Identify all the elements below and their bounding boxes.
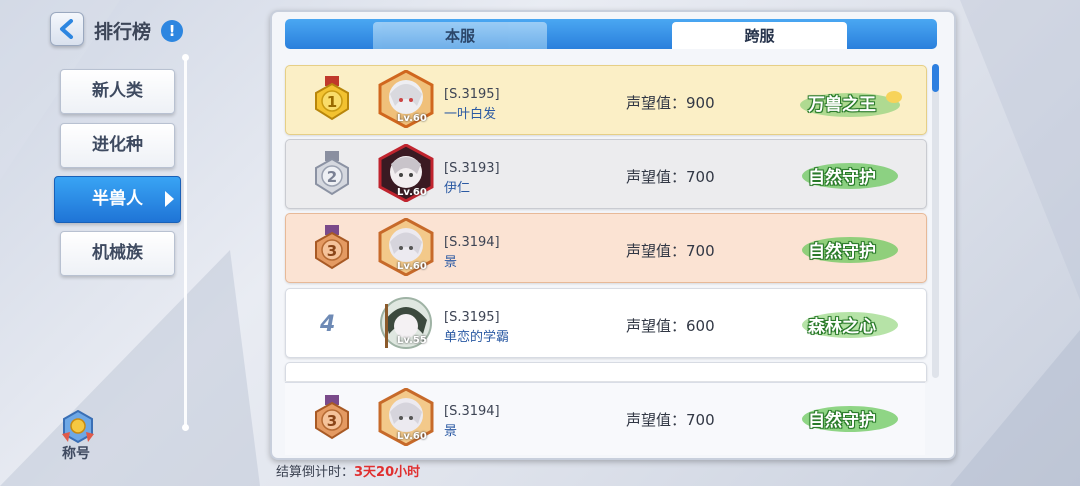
title-badge: 自然守护 (798, 232, 903, 266)
title-badge-text: 万兽之王 (808, 95, 876, 115)
divider-dot (182, 424, 189, 431)
prestige-value: 声望值：700 (626, 411, 715, 429)
rank-number: 3 (327, 412, 337, 430)
player-name[interactable]: 一叶白发 (444, 103, 496, 122)
title-badge-text: 自然守护 (808, 242, 876, 262)
title-badge: 自然守护 (798, 158, 903, 192)
title-button-label[interactable]: 称号 (62, 443, 90, 463)
category-tab-mech[interactable]: 机械族 (60, 231, 175, 276)
title-badge-text: 森林之心 (808, 317, 876, 337)
player-level: Lv.55 (397, 335, 427, 346)
silver-medal-icon: 2 (315, 151, 349, 196)
settlement-countdown: 结算倒计时：3天20小时 (276, 461, 420, 480)
tab-local-server[interactable]: 本服 (373, 22, 547, 49)
rank-number: 3 (327, 242, 337, 260)
title-badge-text: 自然守护 (808, 411, 876, 431)
player-name[interactable]: 景 (444, 420, 457, 439)
title-badge: 森林之心 (798, 307, 903, 341)
page-title: 排行榜 (94, 21, 152, 43)
player-name[interactable]: 景 (444, 251, 457, 270)
prestige-value: 声望值：700 (626, 168, 715, 186)
divider-line (184, 58, 187, 428)
server-id: [S.3195] (444, 310, 500, 325)
ranking-row[interactable] (285, 362, 927, 381)
prestige-value: 声望值：700 (626, 242, 715, 260)
player-name[interactable]: 单恋的学霸 (444, 326, 509, 345)
category-tab-evolved[interactable]: 进化种 (60, 123, 175, 168)
countdown-label: 结算倒计时： (276, 465, 355, 480)
server-id: [S.3194] (444, 235, 500, 250)
bronze-medal-icon: 3 (315, 395, 349, 440)
prestige-value: 声望值：900 (626, 94, 715, 112)
rank-number: 1 (327, 93, 337, 111)
server-id: [S.3195] (444, 87, 500, 102)
divider-dot (182, 54, 189, 61)
title-badge: 万兽之王 (798, 85, 903, 119)
rank-number: 4 (320, 312, 336, 337)
player-level: Lv.60 (397, 261, 427, 272)
player-name[interactable]: 伊仁 (444, 177, 470, 196)
info-icon[interactable]: ! (161, 20, 183, 42)
server-id: [S.3194] (444, 404, 500, 419)
server-id: [S.3193] (444, 161, 500, 176)
prestige-value: 声望值：600 (626, 317, 715, 335)
category-tab-half-beast[interactable]: 半兽人 (54, 176, 181, 223)
player-level: Lv.60 (397, 431, 427, 442)
bronze-medal-icon: 3 (315, 225, 349, 270)
title-badge-icon[interactable] (60, 410, 96, 444)
countdown-value: 3天20小时 (354, 465, 421, 480)
category-tab-new-human[interactable]: 新人类 (60, 69, 175, 114)
scrollbar-track[interactable] (932, 64, 939, 378)
player-level: Lv.60 (397, 113, 427, 124)
chevron-left-icon (60, 19, 73, 39)
tab-cross-server[interactable]: 跨服 (672, 22, 847, 49)
scrollbar-thumb[interactable] (932, 64, 939, 92)
gold-medal-icon: 1 (315, 76, 349, 121)
player-level: Lv.60 (397, 187, 427, 198)
category-label: 半兽人 (92, 189, 143, 209)
title-badge: 自然守护 (798, 401, 903, 435)
back-button[interactable] (50, 12, 84, 46)
title-badge-text: 自然守护 (808, 168, 876, 188)
rank-number: 2 (327, 168, 337, 186)
chevron-right-icon (165, 191, 174, 207)
